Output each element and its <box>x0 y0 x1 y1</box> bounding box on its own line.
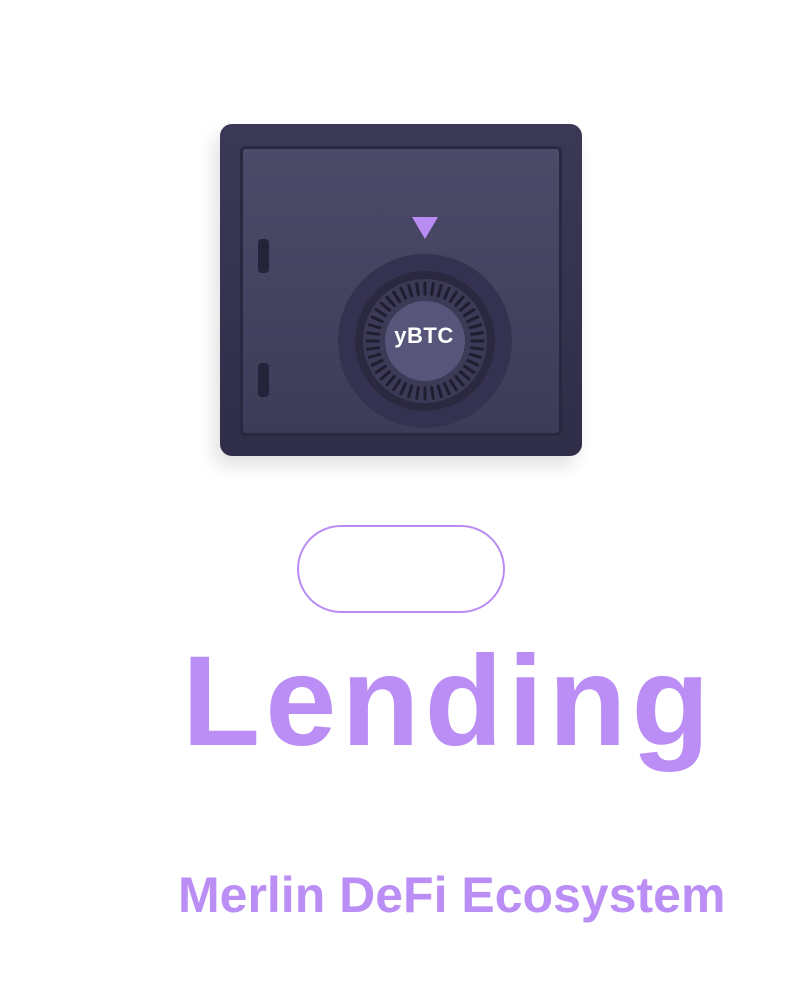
page-title: Lending <box>182 630 715 773</box>
down-triangle-icon <box>412 217 438 239</box>
page-subtitle: Merlin DeFi Ecosystem <box>178 867 726 923</box>
dial-tick <box>430 282 435 296</box>
dial-tick <box>470 346 484 351</box>
cta-pill-button[interactable] <box>297 525 505 613</box>
page: yBTC Lending Merlin DeFi Ecosystem <box>0 0 803 1001</box>
safe-door: yBTC <box>240 146 562 436</box>
dial-tick <box>430 386 435 400</box>
token-label: yBTC <box>394 323 454 348</box>
dial-tick <box>470 331 484 336</box>
hinge-top <box>258 239 269 273</box>
hinge-bottom <box>258 363 269 397</box>
dial-tick <box>415 282 420 296</box>
dial-tick <box>415 386 420 400</box>
safe-icon: yBTC <box>220 124 582 456</box>
